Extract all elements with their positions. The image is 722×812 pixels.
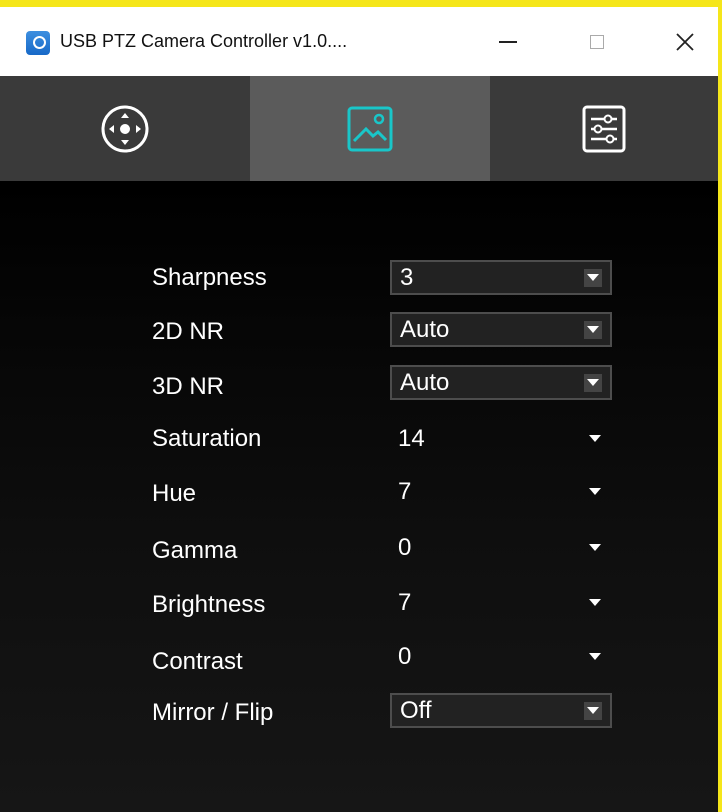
chevron-down-icon[interactable]	[586, 648, 604, 666]
minimize-icon	[499, 41, 517, 43]
image-settings-panel: Sharpness 3 2D NR Auto 3D NR Auto Satura…	[0, 181, 718, 812]
3d-nr-label: 3D NR	[152, 373, 225, 400]
2d-nr-select[interactable]: Auto	[390, 312, 612, 347]
2d-nr-value: Auto	[400, 315, 450, 343]
close-button[interactable]	[657, 17, 713, 67]
contrast-value: 0	[398, 642, 412, 670]
maximize-icon	[590, 35, 604, 49]
2d-nr-label: 2D NR	[152, 318, 225, 345]
joystick-icon	[101, 105, 149, 152]
camera-app-icon	[26, 31, 50, 55]
3d-nr-select[interactable]: Auto	[390, 365, 612, 400]
app-window: USB PTZ Camera Controller v1.0.... Sharp…	[0, 7, 718, 812]
3d-nr-value: Auto	[400, 368, 450, 396]
mirror-flip-value: Off	[400, 696, 432, 724]
tab-image-settings[interactable]	[250, 76, 490, 181]
saturation-value: 14	[398, 424, 425, 452]
chevron-down-icon[interactable]	[586, 430, 604, 448]
saturation-select[interactable]: 14	[390, 421, 612, 456]
maximize-button[interactable]	[569, 17, 625, 67]
image-icon	[347, 106, 393, 151]
title-bar: USB PTZ Camera Controller v1.0....	[0, 7, 718, 76]
chevron-down-icon[interactable]	[584, 320, 602, 339]
chevron-down-icon[interactable]	[586, 539, 604, 557]
gamma-value: 0	[398, 533, 412, 561]
sharpness-value: 3	[400, 263, 414, 291]
hue-label: Hue	[152, 480, 197, 507]
mirror-flip-select[interactable]: Off	[390, 693, 612, 728]
chevron-down-icon[interactable]	[586, 483, 604, 501]
gamma-select[interactable]: 0	[390, 530, 612, 565]
hue-select[interactable]: 7	[390, 474, 612, 509]
chevron-down-icon[interactable]	[584, 373, 602, 392]
tab-ptz-control[interactable]	[0, 76, 250, 181]
contrast-label: Contrast	[152, 648, 243, 675]
tab-bar	[0, 76, 718, 181]
contrast-select[interactable]: 0	[390, 639, 612, 674]
close-icon	[676, 33, 694, 51]
brightness-select[interactable]: 7	[390, 585, 612, 620]
sliders-icon	[582, 105, 626, 152]
brightness-label: Brightness	[152, 591, 266, 618]
tab-settings[interactable]	[490, 76, 718, 181]
chevron-down-icon[interactable]	[584, 268, 602, 287]
minimize-button[interactable]	[480, 17, 536, 67]
window-title: USB PTZ Camera Controller v1.0....	[60, 31, 348, 51]
gamma-label: Gamma	[152, 537, 238, 564]
chevron-down-icon[interactable]	[584, 701, 602, 720]
mirror-flip-label: Mirror / Flip	[152, 699, 274, 726]
sharpness-select[interactable]: 3	[390, 260, 612, 295]
chevron-down-icon[interactable]	[586, 594, 604, 612]
sharpness-label: Sharpness	[152, 264, 267, 291]
brightness-value: 7	[398, 588, 412, 616]
saturation-label: Saturation	[152, 425, 262, 452]
hue-value: 7	[398, 477, 412, 505]
